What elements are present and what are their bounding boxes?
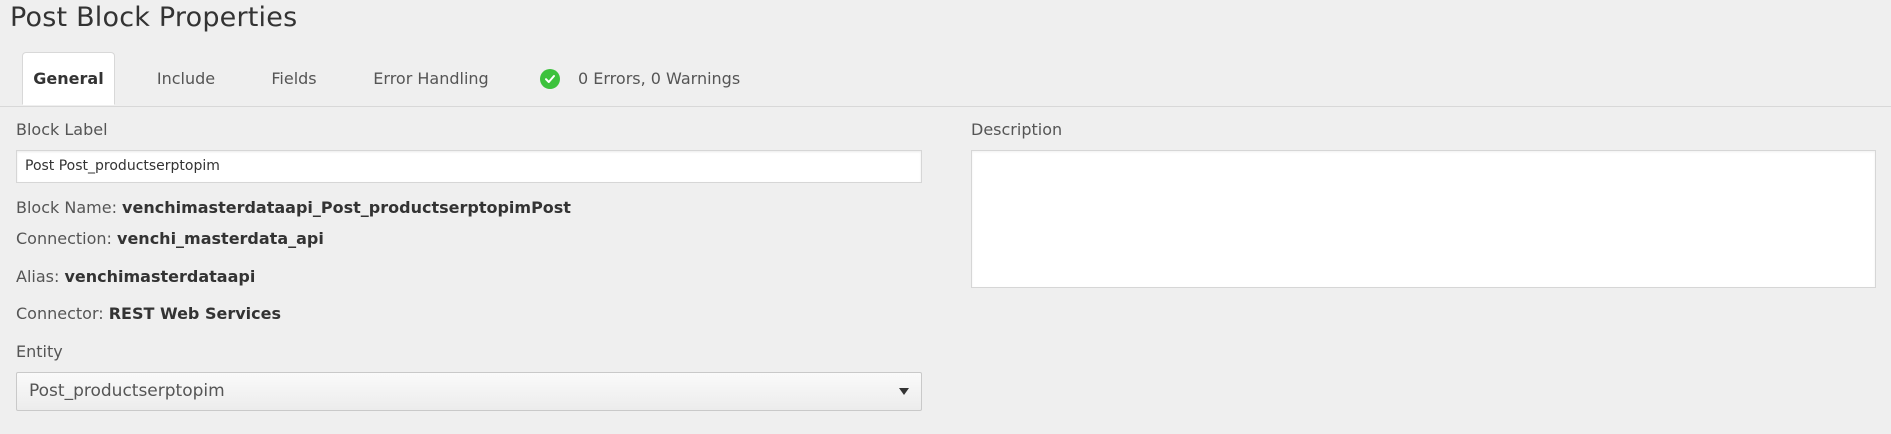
block-label-label: Block Label (16, 120, 108, 139)
validation-status: 0 Errors, 0 Warnings (540, 52, 740, 105)
alias-key: Alias: (16, 267, 60, 286)
chevron-down-icon (899, 388, 909, 395)
page-title: Post Block Properties (10, 2, 298, 33)
tab-error-handling[interactable]: Error Handling (364, 52, 498, 105)
entity-selected-value: Post_productserptopim (29, 381, 225, 401)
block-label-input[interactable]: Post Post_productserptopim (16, 150, 922, 183)
entity-label: Entity (16, 342, 63, 361)
tab-include[interactable]: Include (148, 52, 224, 105)
connector-key: Connector: (16, 304, 104, 323)
tab-fields[interactable]: Fields (262, 52, 326, 105)
check-circle-icon (540, 68, 560, 89)
description-textarea[interactable] (971, 150, 1876, 288)
connector-value: REST Web Services (108, 304, 281, 323)
block-name-value: venchimasterdataapi_Post_productserptopi… (122, 198, 571, 217)
entity-select[interactable]: Post_productserptopim (16, 372, 922, 411)
block-name-key: Block Name: (16, 198, 117, 217)
connection-key: Connection: (16, 229, 112, 248)
connector-row: Connector: REST Web Services (16, 304, 281, 323)
description-label: Description (971, 120, 1063, 139)
tab-general[interactable]: General (22, 52, 115, 105)
block-name-row: Block Name: venchimasterdataapi_Post_pro… (16, 198, 571, 217)
connection-row: Connection: venchi_masterdata_api (16, 229, 324, 248)
validation-status-text: 0 Errors, 0 Warnings (578, 69, 741, 88)
alias-value: venchimasterdataapi (64, 267, 256, 286)
alias-row: Alias: venchimasterdataapi (16, 267, 255, 286)
post-block-properties-panel: Post Block Properties General Include Fi… (0, 0, 1891, 434)
connection-value: venchi_masterdata_api (117, 229, 324, 248)
tab-bar: General Include Fields Error Handling 0 … (0, 52, 1891, 107)
